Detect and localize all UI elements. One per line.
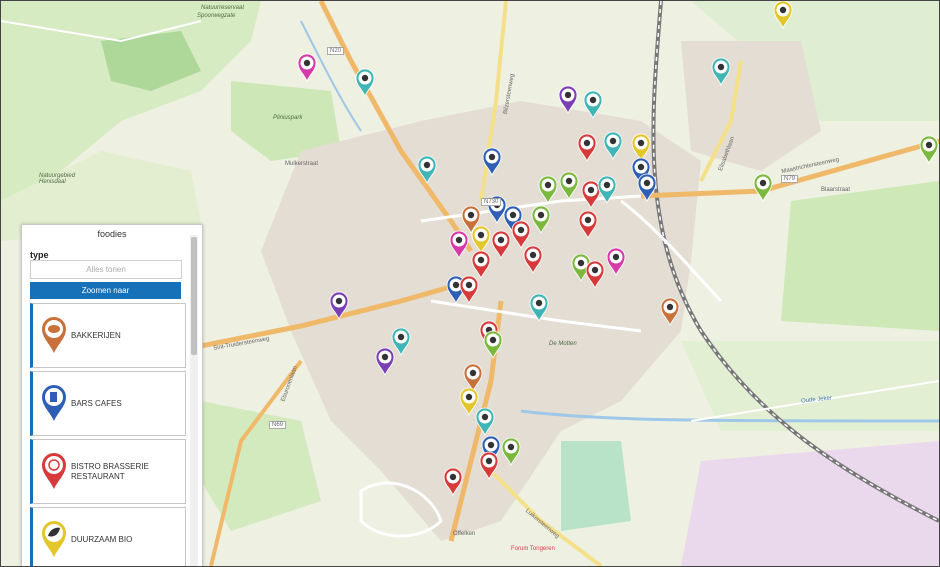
category-card-bistro-brasserie-restaurant[interactable]: BISTRO BRASSERIE RESTAURANT — [30, 439, 186, 504]
marker-glyph-icon — [612, 253, 620, 261]
category-card-bars-cafes[interactable]: BARS CAFES — [30, 371, 186, 436]
category-label: BISTRO BRASSERIE RESTAURANT — [71, 461, 149, 481]
map-label-de-motten: De Motten — [549, 341, 577, 347]
marker-glyph-icon — [717, 63, 725, 71]
marker-glyph-icon — [507, 443, 515, 451]
panel-scrollbar[interactable] — [190, 235, 198, 566]
map-label-forum-tongeren: Forum Tongeren — [511, 546, 555, 552]
panel-title: foodies — [97, 229, 127, 239]
marker-glyph-icon — [361, 74, 369, 82]
marker-glyph-icon — [487, 441, 495, 449]
marker-glyph-icon — [509, 211, 517, 219]
filter-panel: foodies type Alles tonen Zoomen naar BAK… — [21, 224, 203, 566]
map-label-n69: N69 — [269, 421, 287, 429]
marker-glyph-icon — [335, 297, 343, 305]
map-label-spoorwegzate: Spoorwegzate — [197, 13, 236, 19]
zoom-to-button[interactable]: Zoomen naar — [30, 282, 181, 299]
marker-glyph-icon — [465, 393, 473, 401]
beer-icon — [42, 385, 66, 421]
map-label-n79: N79 — [781, 175, 799, 183]
marker-glyph-icon — [564, 91, 572, 99]
marker-glyph-icon — [577, 259, 585, 267]
marker-glyph-icon — [517, 226, 525, 234]
map-label-henisdaal: Natuurgebied Henisdaal — [39, 173, 76, 185]
map-label-pliniuspark: Pliniuspark — [273, 115, 303, 121]
category-label: DUURZAAM BIO — [71, 534, 133, 544]
marker-glyph-icon — [537, 211, 545, 219]
marker-glyph-icon — [643, 179, 651, 187]
marker-glyph-icon — [637, 139, 645, 147]
marker-glyph-icon — [759, 179, 767, 187]
leaf-icon — [42, 521, 66, 557]
marker-glyph-icon — [637, 163, 645, 171]
marker-glyph-icon — [535, 299, 543, 307]
app-frame: Natuurreservaat Spoorwegzate Pliniuspark… — [0, 0, 940, 567]
industrial-area — [681, 441, 939, 566]
marker-glyph-icon — [449, 473, 457, 481]
marker-glyph-icon — [489, 336, 497, 344]
marker-glyph-icon — [481, 413, 489, 421]
marker-glyph-icon — [529, 251, 537, 259]
map-label-blaarstraat: Blaarstraat — [821, 187, 851, 193]
marker-glyph-icon — [455, 236, 463, 244]
marker-glyph-icon — [467, 211, 475, 219]
marker-glyph-icon — [565, 177, 573, 185]
marker-glyph-icon — [477, 231, 485, 239]
map-label-mulkerstraat: Mulkerstraat — [285, 161, 319, 167]
marker-glyph-icon — [589, 96, 597, 104]
marker-glyph-icon — [303, 59, 311, 67]
map-label-offelken: Offelken — [453, 531, 476, 537]
marker-glyph-icon — [465, 281, 473, 289]
green-area — [781, 181, 939, 331]
marker-glyph-icon — [925, 141, 933, 149]
marker-glyph-icon — [452, 281, 460, 289]
marker-glyph-icon — [583, 139, 591, 147]
marker-glyph-icon — [485, 457, 493, 465]
marker-glyph-icon — [584, 216, 592, 224]
category-label: BAKKERIJEN — [71, 330, 121, 340]
plate-icon — [42, 453, 66, 489]
bread-icon — [42, 317, 66, 353]
map-label-natuurreservaat: Natuurreservaat — [201, 5, 245, 11]
map-label-n730: N730 — [481, 198, 502, 206]
marker-glyph-icon — [469, 369, 477, 377]
marker-glyph-icon — [397, 333, 405, 341]
marker-glyph-icon — [603, 181, 611, 189]
marker-glyph-icon — [609, 137, 617, 145]
category-card-bakkerijen[interactable]: BAKKERIJEN — [30, 303, 186, 368]
type-filter-select[interactable]: Alles tonen — [30, 260, 182, 279]
marker-glyph-icon — [544, 181, 552, 189]
sports-field — [561, 441, 631, 531]
marker-glyph-icon — [477, 256, 485, 264]
category-card-duurzaam-bio[interactable]: DUURZAAM BIO — [30, 507, 186, 566]
category-label: BARS CAFES — [71, 398, 122, 408]
marker-glyph-icon — [381, 353, 389, 361]
scroll-thumb[interactable] — [191, 237, 197, 355]
marker-glyph-icon — [779, 6, 787, 14]
marker-glyph-icon — [587, 186, 595, 194]
marker-glyph-icon — [488, 153, 496, 161]
marker-glyph-icon — [423, 161, 431, 169]
marker-glyph-icon — [497, 236, 505, 244]
marker-glyph-icon — [591, 266, 599, 274]
map-label-n20: N20 — [327, 47, 345, 55]
marker-glyph-icon — [666, 303, 674, 311]
